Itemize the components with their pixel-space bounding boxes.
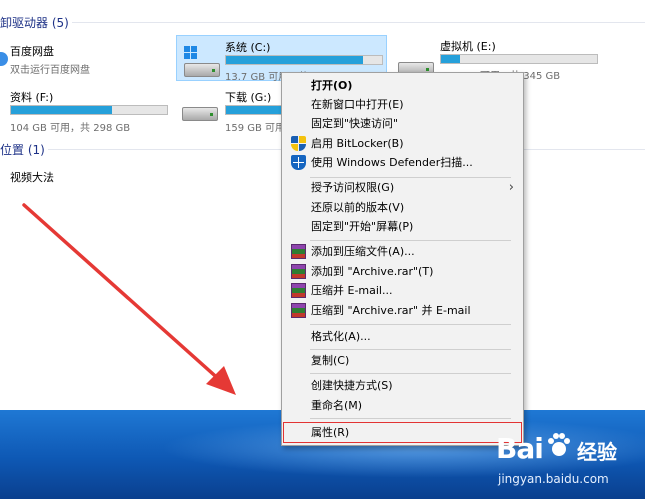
baidu-jingyan-watermark: Bai 经验 jingyan.baidu.com [492,424,642,494]
menu-item-open[interactable]: 打开(O) [283,76,522,95]
menu-separator [310,324,511,325]
menu-item-add-to-archive[interactable]: 添加到压缩文件(A)... [283,242,522,261]
chevron-right-icon: › [508,180,514,195]
windows-defender-icon [291,155,306,170]
winrar-icon [291,244,306,259]
menu-separator [310,349,511,350]
menu-item-pin-start[interactable]: 固定到"开始"屏幕(P) [283,217,522,236]
context-menu: 打开(O) 在新窗口中打开(E) 固定到"快速访问" 启用 BitLocker(… [281,72,524,446]
menu-item-properties[interactable]: 属性(R) [283,422,522,443]
menu-separator [310,373,511,374]
menu-item-create-shortcut[interactable]: 创建快捷方式(S) [283,376,522,395]
winrar-icon [291,303,306,318]
menu-item-add-to-archive-rar[interactable]: 添加到 "Archive.rar"(T) [283,262,522,281]
winrar-icon [291,283,306,298]
watermark-url: jingyan.baidu.com [498,472,609,486]
menu-item-defender-scan[interactable]: 使用 Windows Defender扫描... [283,153,522,172]
menu-separator [310,418,511,419]
menu-item-bitlocker[interactable]: 启用 BitLocker(B) [283,134,522,153]
menu-separator [310,240,511,241]
menu-item-format[interactable]: 格式化(A)... [283,327,522,346]
menu-item-pin-quick-access[interactable]: 固定到"快速访问" [283,114,522,133]
baidu-paw-icon [548,433,570,456]
bitlocker-shield-icon [291,136,306,151]
menu-item-copy[interactable]: 复制(C) [283,351,522,370]
menu-item-grant-access[interactable]: 授予访问权限(G) › [283,178,522,197]
baidu-jingyan-text: 经验 [577,440,617,464]
baidu-logo-text: Bai [496,432,544,465]
menu-item-compress-rar-email[interactable]: 压缩到 "Archive.rar" 并 E-mail [283,301,522,320]
menu-item-restore-versions[interactable]: 还原以前的版本(V) [283,198,522,217]
winrar-icon [291,264,306,279]
menu-item-open-new-window[interactable]: 在新窗口中打开(E) [283,95,522,114]
menu-item-compress-email[interactable]: 压缩并 E-mail... [283,281,522,300]
menu-item-rename[interactable]: 重命名(M) [283,396,522,415]
